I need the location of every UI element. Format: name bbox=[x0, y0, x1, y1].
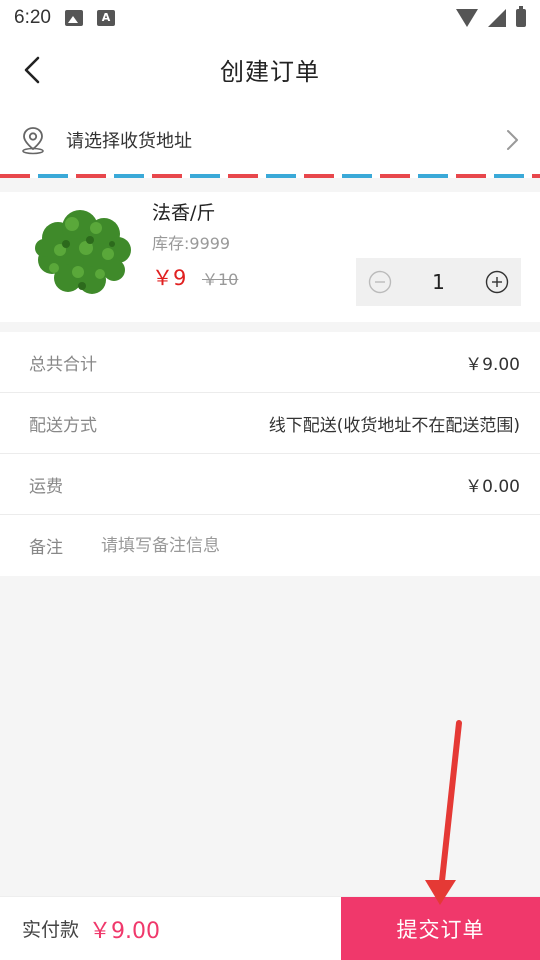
address-selector[interactable]: 请选择收货地址 bbox=[0, 102, 540, 178]
chevron-left-icon bbox=[24, 56, 40, 84]
gallery-notification-icon bbox=[64, 10, 83, 26]
location-pin-icon bbox=[22, 127, 44, 155]
freight-label: 运费 bbox=[29, 476, 63, 497]
delivery-value: 线下配送(收货地址不在配送范围) bbox=[268, 415, 520, 436]
freight-value: ￥0.00 bbox=[465, 476, 520, 497]
product-price: ￥9 bbox=[152, 266, 187, 290]
quantity-value[interactable]: 1 bbox=[409, 270, 469, 294]
delivery-label: 配送方式 bbox=[29, 415, 97, 436]
product-stock: 库存:9999 bbox=[152, 234, 231, 253]
delivery-row[interactable]: 配送方式 线下配送(收货地址不在配送范围) bbox=[0, 393, 540, 454]
quantity-stepper: 1 bbox=[356, 258, 521, 306]
battery-icon bbox=[516, 6, 526, 27]
chevron-right-icon bbox=[507, 130, 518, 150]
product-original-price: ￥10 bbox=[202, 270, 239, 289]
remark-row: 备注 bbox=[0, 515, 540, 576]
plus-circle-icon[interactable] bbox=[485, 270, 509, 294]
header: 创建订单 bbox=[0, 36, 540, 102]
checkout-bar: 实付款 ￥9.00 提交订单 bbox=[0, 896, 540, 960]
back-button[interactable] bbox=[14, 50, 54, 90]
wifi-icon bbox=[456, 9, 478, 27]
total-value: ￥9.00 bbox=[465, 354, 520, 375]
status-time: 6:20 bbox=[14, 7, 51, 28]
address-placeholder: 请选择收货地址 bbox=[66, 131, 192, 152]
product-name: 法香/斤 bbox=[152, 202, 216, 224]
total-label: 总共合计 bbox=[29, 354, 97, 375]
app-notification-icon: A bbox=[96, 10, 115, 26]
product-card: 法香/斤 库存:9999 ￥9 ￥10 1 bbox=[0, 192, 540, 322]
signal-icon bbox=[488, 9, 506, 27]
remark-label: 备注 bbox=[29, 538, 63, 558]
submit-order-button[interactable]: 提交订单 bbox=[341, 897, 540, 960]
envelope-stripe-divider bbox=[0, 174, 540, 178]
pay-label: 实付款 bbox=[22, 919, 80, 941]
pay-amount: ￥9.00 bbox=[89, 918, 161, 944]
freight-row: 运费 ￥0.00 bbox=[0, 454, 540, 515]
order-summary: 总共合计 ￥9.00 配送方式 线下配送(收货地址不在配送范围) 运费 ￥0.0… bbox=[0, 332, 540, 576]
minus-circle-icon[interactable] bbox=[368, 270, 392, 294]
remark-input[interactable] bbox=[101, 535, 481, 556]
total-row: 总共合计 ￥9.00 bbox=[0, 332, 540, 393]
status-bar: 6:20 A bbox=[0, 0, 540, 36]
page-title: 创建订单 bbox=[220, 57, 320, 86]
product-image bbox=[35, 210, 131, 294]
